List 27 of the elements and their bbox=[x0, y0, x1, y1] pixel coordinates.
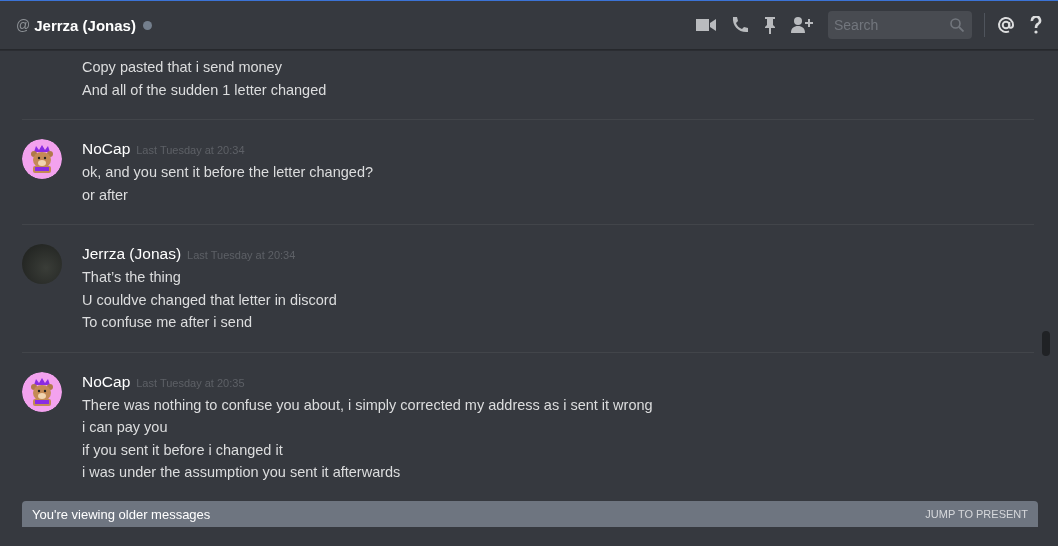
phone-icon[interactable] bbox=[731, 16, 749, 34]
message-text: if you sent it before i changed it bbox=[82, 440, 284, 460]
message-text: or after bbox=[82, 185, 129, 205]
bear-avatar-icon[interactable] bbox=[22, 139, 62, 179]
message-text: i was under the assumption you sent it afterwards bbox=[82, 463, 402, 482]
username[interactable]: NoCap bbox=[82, 138, 131, 160]
message-text: There was nothing to confuse you about, i simply corrected my address as i sent it wrong bbox=[82, 395, 653, 415]
video-camera-icon[interactable] bbox=[696, 18, 716, 32]
message-text: To confuse me after i send bbox=[82, 313, 254, 332]
username[interactable]: Jerrza (Jonas) bbox=[82, 243, 182, 265]
search-icon bbox=[950, 18, 964, 32]
channel-title: Jerrza (Jonas) bbox=[34, 16, 136, 34]
message-text: ok, and you sent it before the letter changed? bbox=[82, 163, 373, 182]
older-messages-notice: You're viewing older messages bbox=[32, 506, 211, 522]
at-sign: @ bbox=[16, 17, 31, 33]
scrollbar-thumb[interactable] bbox=[1042, 331, 1050, 356]
help-icon[interactable] bbox=[1030, 16, 1042, 34]
pin-icon[interactable] bbox=[764, 16, 776, 34]
message-text: i can pay you bbox=[82, 418, 169, 437]
message-text: U couldve changed that letter in discord bbox=[82, 290, 337, 310]
message-text: And all of the sudden 1 letter changed bbox=[82, 80, 327, 100]
add-user-icon[interactable] bbox=[791, 17, 813, 33]
bear-avatar-icon[interactable] bbox=[22, 371, 62, 412]
message-text: Copy pasted that i send money bbox=[82, 58, 283, 77]
message-text: That’s the thing bbox=[82, 268, 182, 287]
username[interactable]: NoCap bbox=[82, 370, 131, 393]
mention-icon[interactable] bbox=[997, 16, 1015, 34]
